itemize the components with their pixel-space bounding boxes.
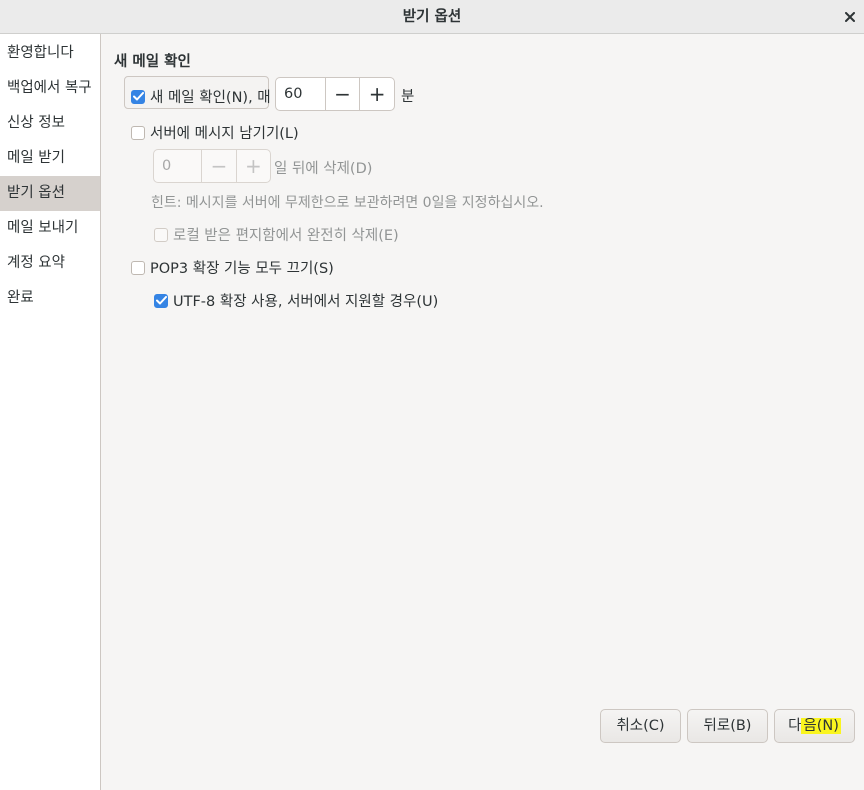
back-button[interactable]: 뒤로(B)	[687, 709, 768, 743]
plus-icon: +	[244, 154, 262, 178]
plus-icon: +	[368, 82, 386, 106]
hint-text: 힌트: 메시지를 서버에 무제한으로 보관하려면 0일을 지정하십시오.	[151, 195, 544, 211]
delete-local-checkbox[interactable]	[154, 227, 168, 242]
interval-value[interactable]: 60	[276, 78, 325, 110]
utf8-row[interactable]: UTF-8 확장 사용, 서버에서 지원할 경우(U)	[154, 290, 438, 311]
window-title: 받기 옵션	[402, 9, 462, 25]
minus-icon: −	[334, 82, 351, 106]
next-button-label-highlight: 음(N)	[801, 718, 841, 734]
sidebar-item-identity[interactable]: 신상 정보	[0, 106, 100, 141]
sidebar-item-account-summary[interactable]: 계정 요약	[0, 246, 100, 281]
disable-pop3-row[interactable]: POP3 확장 기능 모두 끄기(S)	[131, 257, 334, 278]
sidebar-item-receiving-email[interactable]: 메일 받기	[0, 141, 100, 176]
delete-after-value[interactable]: 0	[154, 150, 201, 182]
utf8-label: UTF-8 확장 사용, 서버에서 지원할 경우(U)	[173, 294, 439, 310]
minus-icon: −	[210, 154, 228, 178]
disable-pop3-checkbox[interactable]	[131, 260, 145, 275]
sidebar-item-welcome[interactable]: 환영합니다	[0, 36, 100, 71]
check-new-mail-checkbox[interactable]	[131, 89, 145, 104]
interval-unit: 분	[401, 89, 415, 105]
check-new-mail-row[interactable]: 새 메일 확인(N), 매	[131, 86, 271, 107]
title-bar: 받기 옵션	[0, 0, 864, 34]
next-button-label-prefix: 다	[788, 718, 802, 734]
check-new-mail-label: 새 메일 확인(N), 매	[150, 90, 271, 106]
close-icon	[845, 12, 855, 22]
utf8-checkbox[interactable]	[154, 293, 168, 308]
checkmark-icon	[155, 296, 167, 305]
next-button[interactable]: 다 음(N)	[774, 709, 855, 743]
close-button[interactable]	[840, 7, 860, 27]
sidebar: 환영합니다 백업에서 복구 신상 정보 메일 받기 받기 옵션 메일 보내기 계…	[0, 34, 101, 790]
section-title: 새 메일 확인	[114, 54, 191, 70]
interval-decrease-button[interactable]: −	[324, 78, 360, 110]
delete-local-label: 로컬 받은 편지함에서 완전히 삭제(E)	[173, 228, 399, 244]
interval-spinbutton[interactable]: 60 − +	[275, 77, 395, 111]
leave-on-server-checkbox[interactable]	[131, 125, 145, 140]
checkmark-icon	[132, 92, 144, 101]
delete-after-spinbutton[interactable]: 0 − +	[153, 149, 271, 183]
sidebar-item-done[interactable]: 완료	[0, 281, 100, 316]
leave-on-server-row[interactable]: 서버에 메시지 남기기(L)	[131, 122, 299, 143]
cancel-button[interactable]: 취소(C)	[600, 709, 681, 743]
sidebar-item-restore-backup[interactable]: 백업에서 복구	[0, 71, 100, 106]
sidebar-item-sending-email[interactable]: 메일 보내기	[0, 211, 100, 246]
sidebar-item-receiving-options[interactable]: 받기 옵션	[0, 176, 100, 211]
interval-increase-button[interactable]: +	[359, 78, 394, 110]
main-content: 새 메일 확인 새 메일 확인(N), 매 60 − + 분 서버에 메시지 남…	[101, 34, 864, 790]
leave-on-server-label: 서버에 메시지 남기기(L)	[150, 126, 299, 142]
delete-after-increase-button[interactable]: +	[235, 150, 270, 182]
disable-pop3-label: POP3 확장 기능 모두 끄기(S)	[150, 261, 334, 277]
delete-local-row[interactable]: 로컬 받은 편지함에서 완전히 삭제(E)	[154, 224, 399, 245]
delete-after-decrease-button[interactable]: −	[201, 150, 235, 182]
delete-after-label: 일 뒤에 삭제(D)	[274, 161, 373, 177]
